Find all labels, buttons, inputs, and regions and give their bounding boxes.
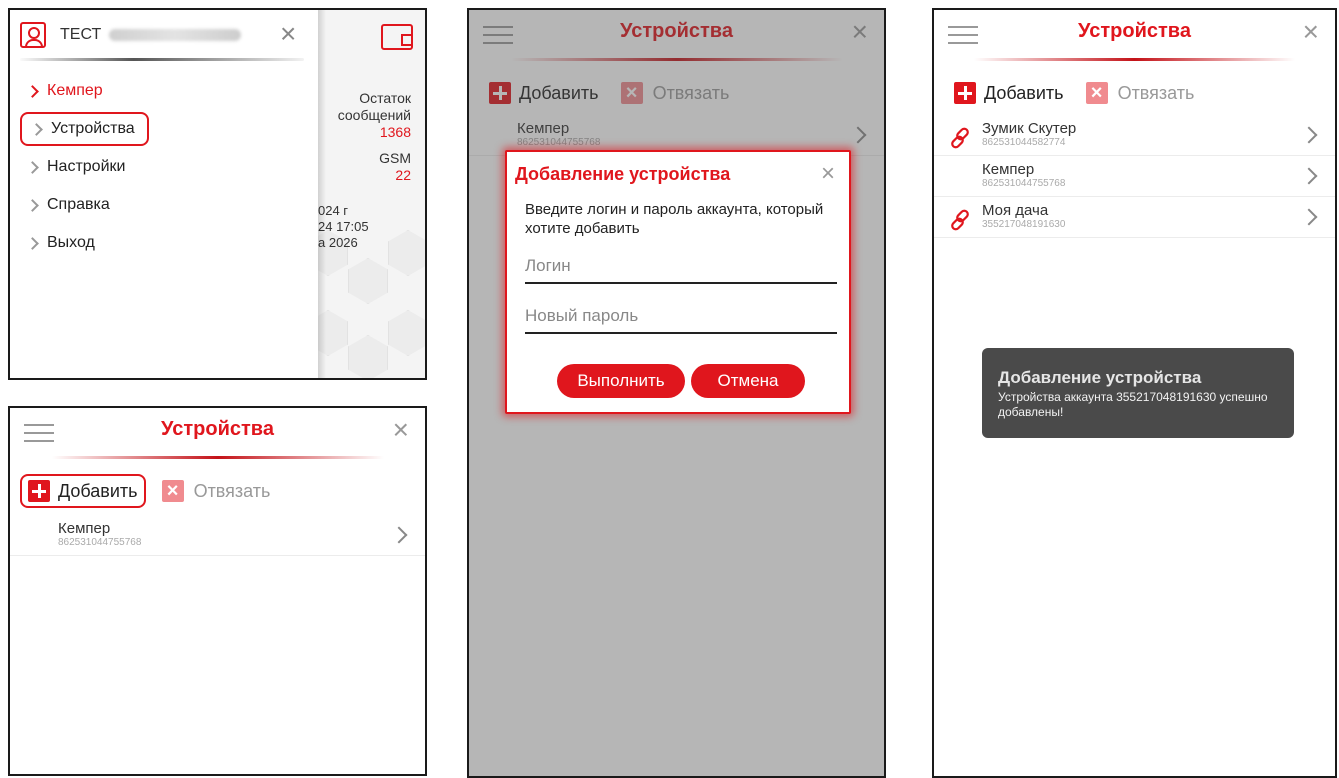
device-name: Моя дача <box>982 202 1049 219</box>
chevron-right-icon <box>1300 167 1318 185</box>
chevron-right-icon <box>30 122 43 136</box>
toast-notification: Добавление устройства Устройства аккаунт… <box>982 348 1294 438</box>
devices-screen: Устройства × Добавить × Отвязать Кемпер … <box>8 406 427 776</box>
unbind-icon[interactable]: × <box>161 480 184 502</box>
device-id: 862531044755768 <box>982 178 1066 189</box>
page-title: Устройства <box>1078 20 1191 42</box>
device-row[interactable]: Зумик Скутер 862531044582774 <box>934 116 1335 156</box>
user-icon <box>20 22 46 48</box>
menu-item-label: Кемпер <box>47 82 103 99</box>
close-icon[interactable]: × <box>280 20 296 48</box>
chevron-right-icon <box>26 198 39 212</box>
menu-item-settings[interactable]: Настройки <box>26 152 126 182</box>
cancel-button[interactable]: Отмена <box>691 364 805 398</box>
device-row[interactable]: Моя дача 355217048191630 <box>934 198 1335 238</box>
chevron-right-icon <box>26 160 39 174</box>
header-divider <box>51 456 384 459</box>
password-input[interactable]: Новый пароль <box>525 302 837 334</box>
toast-text: Устройства аккаунта 355217048191630 успе… <box>998 390 1268 419</box>
hex-pattern <box>388 230 425 276</box>
dialog-title: Добавление устройства <box>515 164 731 184</box>
chevron-right-icon <box>390 526 408 544</box>
gsm-value: 22 <box>395 167 411 183</box>
chevron-right-icon <box>1300 208 1318 226</box>
home-screen-background: Остаток сообщений 1368 GSM 22 024 г 24 1… <box>318 10 425 378</box>
device-id: 862531044755768 <box>58 537 142 548</box>
header-divider <box>974 58 1295 61</box>
chevron-right-icon <box>26 84 39 98</box>
remaining-label: Остаток <box>359 90 411 106</box>
close-icon[interactable]: × <box>393 416 409 444</box>
dialog-text: Введите логин и пароль аккаунта, который… <box>525 201 824 237</box>
add-button[interactable]: Добавить <box>20 474 146 508</box>
device-name: Кемпер <box>982 161 1035 178</box>
add-button[interactable]: Добавить <box>948 78 1070 108</box>
link-icon <box>951 127 969 149</box>
plus-icon <box>954 82 976 104</box>
close-icon[interactable]: × <box>1303 18 1319 46</box>
user-row[interactable]: ТЕСТ <box>20 22 310 48</box>
toolbar: Добавить × Отвязать <box>948 76 1194 110</box>
blurred-username <box>109 29 242 41</box>
chevron-right-icon <box>26 236 39 250</box>
device-id: 862531044582774 <box>982 137 1066 148</box>
submit-button[interactable]: Выполнить <box>557 364 685 398</box>
chevron-right-icon <box>1300 126 1318 144</box>
device-name: Зумик Скутер <box>982 120 1077 137</box>
toast-title: Добавление устройства <box>998 368 1202 387</box>
menu-item-label: Справка <box>47 196 110 213</box>
result-screen: Устройства × Добавить × Отвязать Зумик С… <box>932 8 1337 778</box>
device-row[interactable]: Кемпер 862531044755768 <box>934 157 1335 197</box>
menu-item-label: Устройства <box>51 120 135 137</box>
divider <box>20 58 304 61</box>
unbind-button[interactable]: Отвязать <box>1118 83 1195 104</box>
menu-item-help[interactable]: Справка <box>26 190 110 220</box>
link-icon <box>951 209 969 231</box>
unbind-button[interactable]: Отвязать <box>194 481 271 502</box>
gsm-label: GSM <box>379 150 411 166</box>
remaining-value: 1368 <box>379 124 411 140</box>
device-name: Кемпер <box>58 520 111 537</box>
add-device-dialog: Добавление устройства × Введите логин и … <box>505 150 851 414</box>
dialog-screen: Устройства × Добавить × Отвязать Кемпер … <box>467 8 886 778</box>
add-label: Добавить <box>58 480 138 501</box>
menu-item-kemper[interactable]: Кемпер <box>26 76 103 106</box>
header: Устройства × <box>10 408 425 462</box>
device-row[interactable]: Кемпер 862531044755768 <box>10 516 425 556</box>
side-drawer: ТЕСТ × Кемпер Устройства Настройки Справ… <box>10 10 318 378</box>
hex-pattern <box>348 335 388 378</box>
user-label: ТЕСТ <box>60 26 102 43</box>
plus-icon <box>28 480 50 502</box>
add-label: Добавить <box>984 82 1064 103</box>
unbind-icon[interactable]: × <box>1085 82 1108 104</box>
menu-item-label: Выход <box>47 234 95 251</box>
menu-screen: Остаток сообщений 1368 GSM 22 024 г 24 1… <box>8 8 427 380</box>
hex-pattern <box>348 258 388 304</box>
wallet-icon[interactable] <box>381 24 413 50</box>
toolbar: Добавить × Отвязать <box>20 474 270 508</box>
header: Устройства × <box>934 10 1335 64</box>
menu-item-exit[interactable]: Выход <box>26 228 95 258</box>
login-input[interactable]: Логин <box>525 252 837 284</box>
menu-item-devices[interactable]: Устройства <box>20 112 149 146</box>
close-icon[interactable]: × <box>821 160 835 188</box>
page-title: Устройства <box>161 418 274 440</box>
menu-item-label: Настройки <box>47 158 126 175</box>
remaining-label: сообщений <box>337 107 411 123</box>
device-id: 355217048191630 <box>982 219 1066 230</box>
hex-pattern <box>388 310 425 356</box>
